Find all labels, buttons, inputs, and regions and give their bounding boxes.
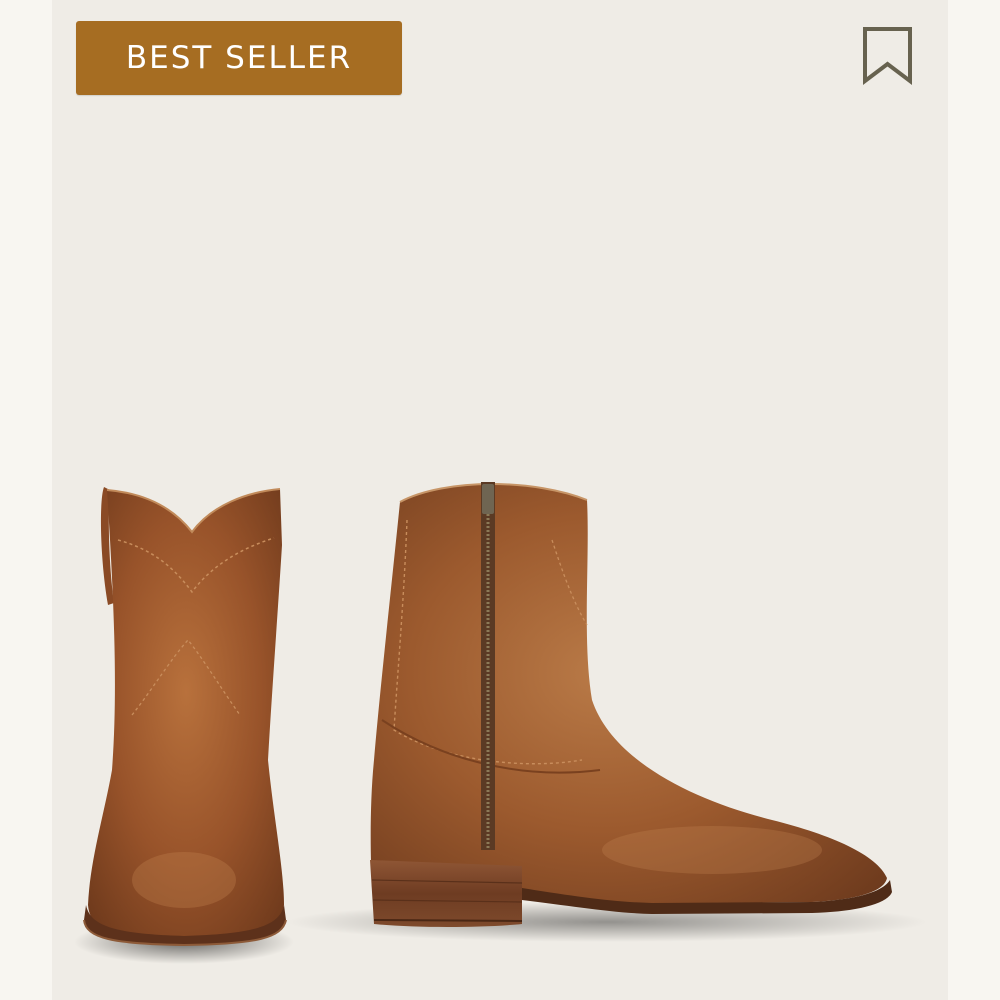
bookmark-icon [863, 27, 912, 86]
best-seller-badge: BEST SELLER [76, 21, 402, 95]
best-seller-badge-label: BEST SELLER [125, 40, 353, 76]
product-image[interactable] [52, 0, 948, 1000]
front-boot [74, 487, 294, 964]
bookmark-button[interactable] [858, 24, 918, 88]
product-card[interactable]: BEST SELLER [52, 0, 948, 1000]
side-boot [287, 482, 927, 942]
